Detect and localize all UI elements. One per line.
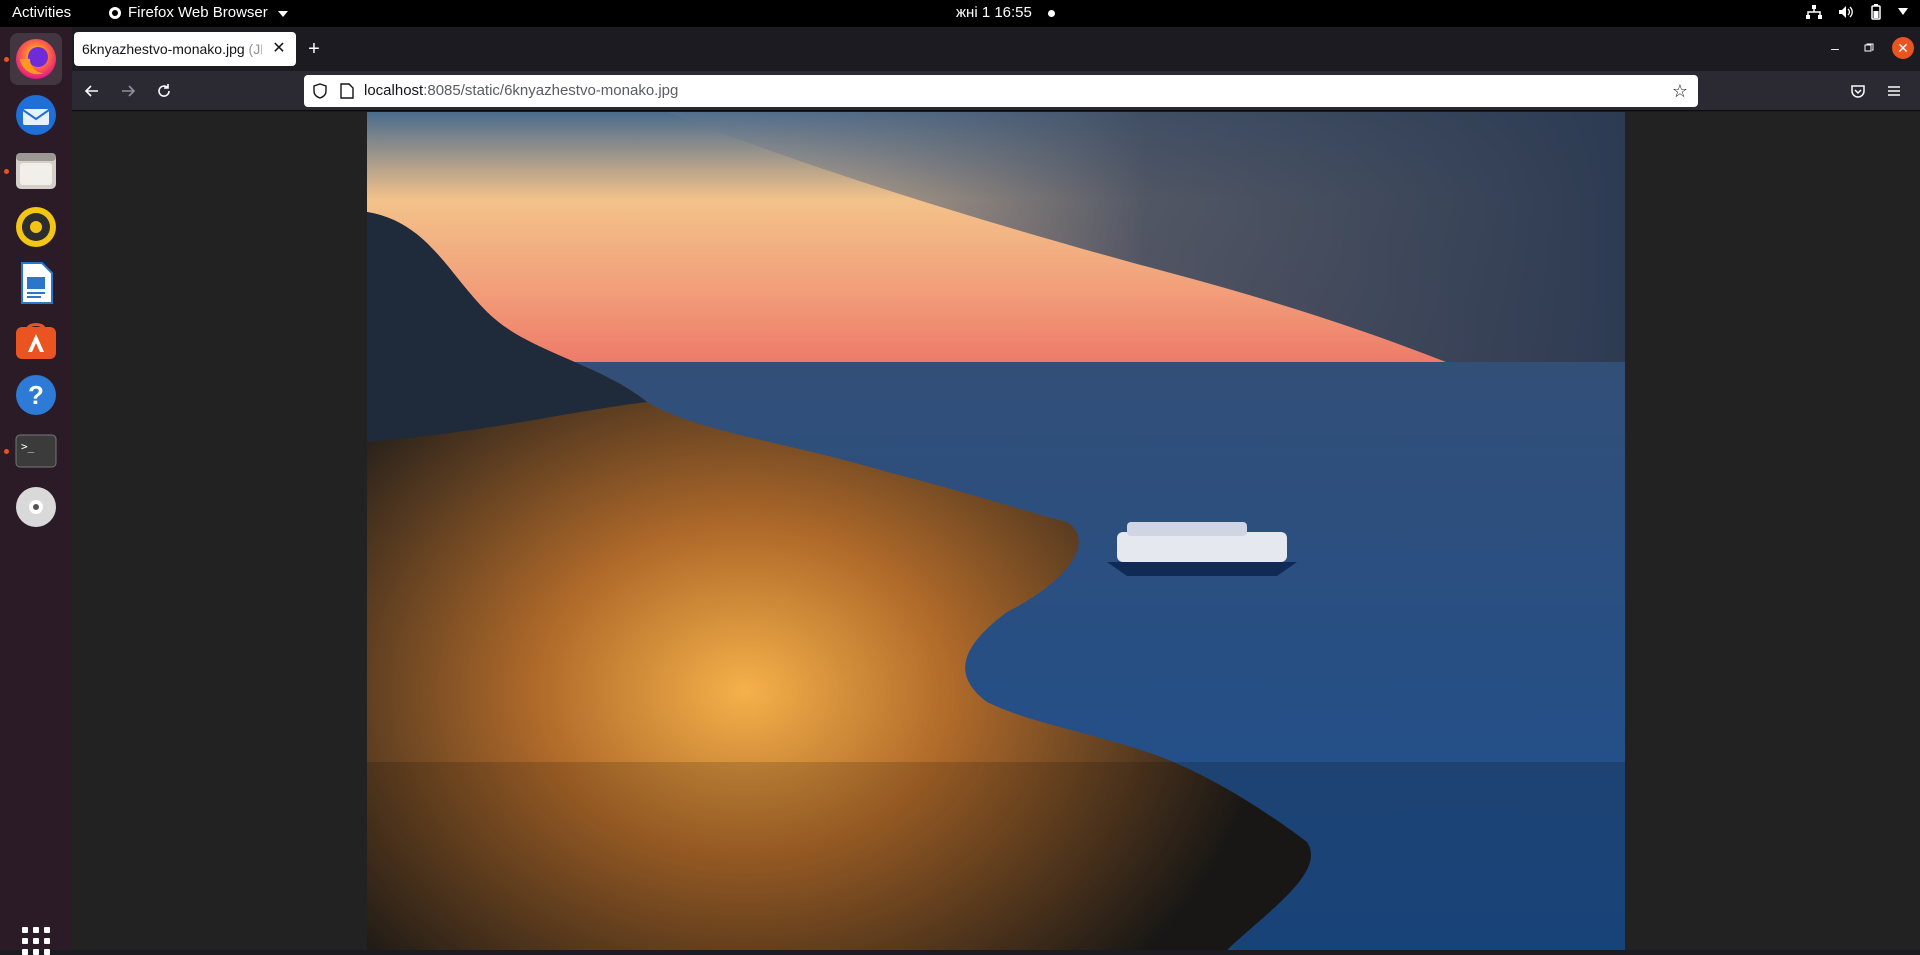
minimize-button[interactable]: – <box>1824 37 1846 59</box>
thunderbird-icon <box>16 95 56 135</box>
reload-button[interactable] <box>152 79 176 103</box>
dock-help[interactable]: ? <box>10 369 62 421</box>
url-bar[interactable]: localhost:8085/static/6knyazhestvo-monak… <box>304 75 1698 107</box>
hamburger-menu-icon <box>1888 86 1900 96</box>
firefox-window: 6knyazhestvo-monako.jpg (JPEG Image... ✕… <box>72 27 1920 950</box>
terminal-icon: >_ <box>15 434 57 468</box>
battery-icon <box>1870 4 1882 20</box>
files-icon <box>16 153 56 189</box>
notification-dot <box>1048 10 1055 17</box>
help-icon: ? <box>16 375 56 415</box>
top-bar: Activities Firefox Web Browser жні 1 16:… <box>0 0 1920 27</box>
shopping-bag-icon <box>16 323 56 359</box>
bookmark-star-icon[interactable]: ☆ <box>1670 81 1690 101</box>
monaco-photo[interactable] <box>367 112 1625 950</box>
dock: ? >_ <box>0 27 72 955</box>
pocket-icon <box>1851 85 1865 98</box>
tab-title: 6knyazhestvo-monako.jpg (JPEG Image... <box>82 41 262 57</box>
dock-dvd[interactable] <box>10 481 62 533</box>
activities-button[interactable]: Activities <box>12 4 71 21</box>
clock[interactable]: жні 1 16:55 <box>956 4 1032 21</box>
svg-text:?: ? <box>28 380 44 410</box>
reload-icon <box>158 84 170 97</box>
running-indicator <box>4 449 9 454</box>
dock-terminal[interactable]: >_ <box>10 425 62 477</box>
menu-button[interactable] <box>1882 79 1906 103</box>
rhythmbox-icon <box>16 207 56 247</box>
document-icon <box>21 262 53 304</box>
close-window-button[interactable]: ✕ <box>1892 37 1914 59</box>
volume-icon <box>1838 5 1854 19</box>
tab-strip: 6knyazhestvo-monako.jpg (JPEG Image... ✕… <box>72 27 1920 71</box>
running-indicator <box>4 57 9 62</box>
disc-icon <box>16 487 56 527</box>
dock-firefox[interactable] <box>10 33 62 85</box>
app-name: Firefox Web Browser <box>128 4 268 21</box>
close-tab-icon[interactable]: ✕ <box>270 40 288 58</box>
forward-button[interactable] <box>116 79 140 103</box>
new-tab-button[interactable]: + <box>304 39 324 59</box>
shield-icon[interactable] <box>312 83 328 99</box>
firefox-small-icon <box>109 6 121 19</box>
svg-text:>_: >_ <box>21 440 35 453</box>
arrow-right-icon <box>122 85 136 97</box>
network-icon <box>1806 5 1822 19</box>
chevron-down-icon <box>1898 8 1908 16</box>
navigation-bar: localhost:8085/static/6knyazhestvo-monak… <box>72 71 1920 111</box>
show-applications-icon[interactable] <box>22 927 50 955</box>
maximize-button[interactable] <box>1858 37 1880 59</box>
firefox-icon <box>16 39 56 79</box>
dock-rhythmbox[interactable] <box>10 201 62 253</box>
url-text[interactable]: localhost:8085/static/6knyazhestvo-monak… <box>364 82 678 99</box>
dock-writer[interactable] <box>10 257 62 309</box>
back-button[interactable] <box>80 79 104 103</box>
system-tray[interactable] <box>1806 4 1908 20</box>
running-indicator <box>4 169 9 174</box>
chevron-down-icon <box>277 10 288 17</box>
dock-files[interactable] <box>10 145 62 197</box>
pocket-button[interactable] <box>1846 79 1870 103</box>
tab-image[interactable]: 6knyazhestvo-monako.jpg (JPEG Image... ✕ <box>74 32 296 66</box>
dock-thunderbird[interactable] <box>10 89 62 141</box>
dock-software[interactable] <box>10 313 62 365</box>
app-menu[interactable]: Firefox Web Browser <box>108 4 288 21</box>
page-icon[interactable] <box>340 83 354 99</box>
page-content <box>72 112 1920 950</box>
arrow-left-icon <box>84 85 98 97</box>
